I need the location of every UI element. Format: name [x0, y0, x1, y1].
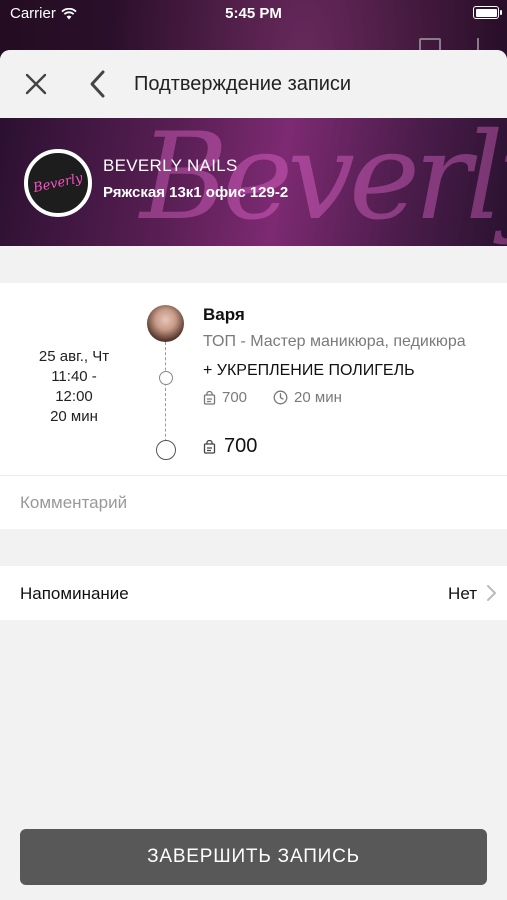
- appointment-duration: 20 мин: [50, 408, 98, 425]
- page-title: Подтверждение записи: [134, 73, 352, 95]
- service-duration: 20 мин: [294, 389, 342, 406]
- total-price: 700: [203, 435, 257, 458]
- logo-text: Beverly: [31, 170, 85, 196]
- service-meta: 700 20 мин: [203, 389, 342, 406]
- back-chevron-icon[interactable]: [86, 68, 110, 100]
- comment-row: [0, 475, 507, 530]
- avatar: [147, 305, 184, 342]
- total-price-value: 700: [224, 435, 258, 457]
- timeline-line: [165, 342, 166, 452]
- salon-logo: Beverly: [24, 149, 92, 217]
- chevron-right-icon: [487, 585, 496, 601]
- battery-icon: [473, 6, 502, 19]
- reminder-row[interactable]: Напоминание Нет: [0, 566, 507, 620]
- master-name: Варя: [203, 305, 245, 324]
- close-icon[interactable]: [22, 70, 50, 98]
- timeline-end-node: [156, 440, 176, 460]
- service-name: + УКРЕПЛЕНИЕ ПОЛИГЕЛЬ: [203, 362, 415, 379]
- salon-address: Ряжская 13к1 офис 129-2: [103, 184, 289, 201]
- service-price: 700: [222, 389, 248, 406]
- appointment-date: 25 авг., Чт: [38, 348, 110, 365]
- timeline: [147, 305, 185, 465]
- master-role: ТОП - Мастер маникюра, педикюра: [203, 333, 466, 350]
- status-time: 5:45 PM: [225, 5, 282, 22]
- appointment-datetime: 25 авг., Чт 11:40 - 12:00 20 мин: [20, 347, 128, 427]
- reminder-value: Нет: [448, 584, 477, 603]
- timeline-node: [159, 371, 173, 385]
- salon-banner: Beverly Beverly BEVERLY NAILS Ряжская 13…: [0, 118, 507, 246]
- price-tag-icon: [203, 439, 216, 454]
- comment-input[interactable]: [20, 476, 487, 530]
- finish-booking-button[interactable]: ЗАВЕРШИТЬ ЗАПИСЬ: [20, 829, 487, 885]
- appointment-card: 25 авг., Чт 11:40 - 12:00 20 мин Варя ТО…: [0, 283, 507, 475]
- clock-icon: [273, 390, 288, 405]
- reminder-label: Напоминание: [20, 584, 129, 603]
- status-bar: Carrier 5:45 PM: [0, 0, 507, 28]
- appointment-time-end: 12:00: [55, 388, 93, 405]
- appointment-time-start: 11:40 -: [51, 368, 97, 385]
- confirmation-sheet: Подтверждение записи Beverly Beverly BEV…: [0, 50, 507, 900]
- price-tag-icon: [203, 390, 216, 405]
- banner-neon-text: Beverly: [140, 118, 507, 246]
- salon-name: BEVERLY NAILS: [103, 156, 238, 175]
- nav-bar: Подтверждение записи: [0, 50, 507, 118]
